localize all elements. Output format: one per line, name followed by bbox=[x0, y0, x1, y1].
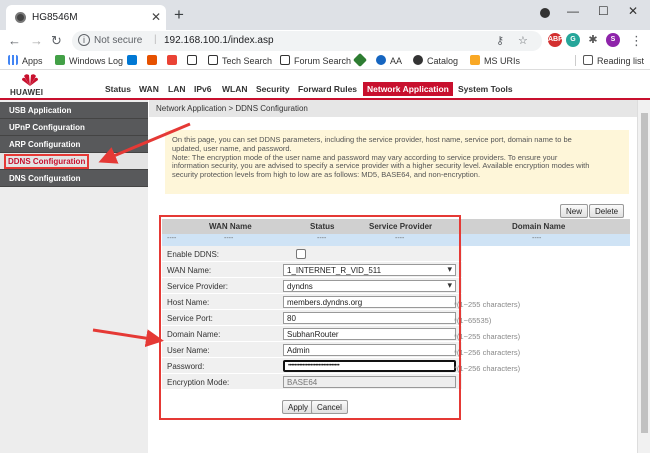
scrollbar-thumb[interactable] bbox=[641, 113, 648, 433]
annotation-arrow-domain bbox=[92, 328, 164, 348]
annotation-arrow-sidebar bbox=[98, 122, 191, 164]
annotation-arrows bbox=[92, 122, 191, 348]
page-scrollbar[interactable] bbox=[637, 100, 650, 453]
